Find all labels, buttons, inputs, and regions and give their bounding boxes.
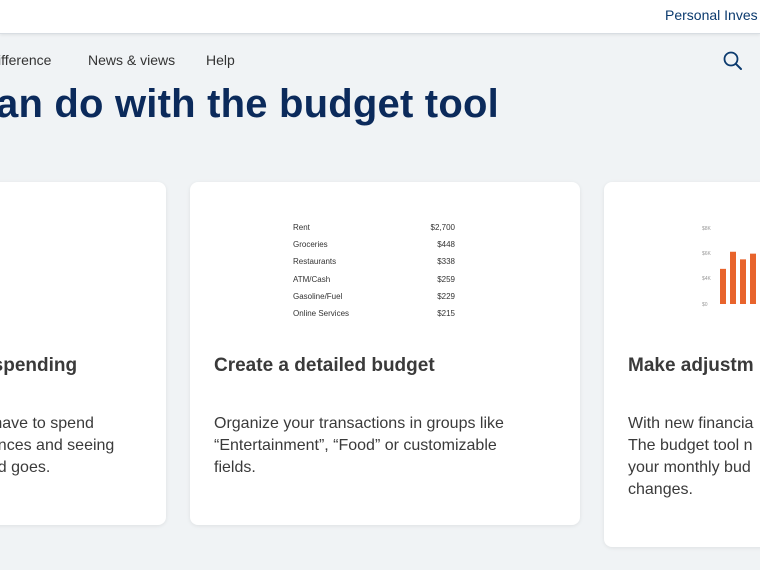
y-tick-label: $6K [702, 251, 712, 257]
search-icon[interactable] [722, 50, 744, 72]
card-title: Create a detailed budget [214, 355, 435, 376]
card-text-line: “Entertainment”, “Food” or customizable [214, 437, 497, 454]
budget-row: Online Services $215 [293, 309, 455, 326]
top-bar: Personal Inves [0, 0, 760, 34]
chart-bar [720, 268, 726, 304]
card-text-line: With new financia [628, 415, 754, 432]
chart-bar [740, 259, 746, 304]
nav-item-difference[interactable]: ifference [0, 52, 51, 68]
budget-amount: $2,700 [430, 223, 455, 232]
card-text-line: The budget tool n [628, 437, 753, 454]
budget-amount: $448 [437, 240, 455, 250]
card-text-line: and goes. [0, 459, 51, 476]
nav-item-help[interactable]: Help [206, 52, 235, 68]
personal-investing-link[interactable]: Personal Inves [665, 7, 758, 23]
budget-amount: $215 [437, 308, 455, 318]
budget-category: Restaurants [293, 257, 337, 267]
y-tick-label: $0 [702, 302, 708, 308]
card-text-line: your monthly bud [628, 459, 751, 476]
feature-card-spending: r spending u have to spend nances and se… [0, 182, 166, 525]
budget-category: Online Services [293, 308, 350, 318]
chart-bar [750, 253, 756, 304]
card-title: Make adjustm [628, 355, 754, 376]
budget-row: Restaurants $338 [293, 257, 455, 274]
budget-category: Gasoline/Fuel [293, 291, 343, 301]
card-title: r spending [0, 355, 78, 376]
budget-amount: $259 [437, 274, 455, 284]
budget-category: Groceries [293, 240, 328, 250]
budget-list-illustration: Rent $2,700 Groceries $448 Restaurants $338… [293, 223, 455, 326]
card-text-line: nances and seeing [0, 437, 115, 454]
card-text-line: changes. [628, 481, 693, 498]
budget-category: Rent [293, 223, 310, 232]
y-tick-label: $8K [702, 226, 712, 232]
nav-item-news-views[interactable]: News & views [88, 52, 175, 68]
monthly-spending-chart: $8K $6K $4K $0 F M [702, 226, 756, 308]
budget-row: ATM/Cash $259 [293, 275, 455, 292]
budget-row: Gasoline/Fuel $229 [293, 292, 455, 309]
chart-bar [730, 251, 736, 304]
card-text-line: Organize your transactions in groups lik… [214, 415, 504, 432]
bar-series [720, 251, 756, 304]
feature-card-adjustments: $8K $6K $4K $0 F M Make adjustm With new… [604, 182, 760, 547]
card-description: u have to spend nances and seeing and go… [0, 413, 114, 479]
card-text-line: fields. [214, 459, 256, 476]
budget-category: ATM/Cash [293, 274, 331, 284]
budget-amount: $229 [437, 291, 455, 301]
card-text-line: u have to spend [0, 415, 94, 432]
budget-row: Rent $2,700 [293, 223, 455, 240]
y-tick-label: $4K [702, 276, 712, 282]
card-description: With new financia The budget tool n your… [628, 413, 753, 501]
main-nav: ifference News & views Help [0, 50, 760, 72]
card-description: Organize your transactions in groups lik… [214, 413, 504, 479]
budget-row: Groceries $448 [293, 240, 455, 257]
feature-card-detailed-budget: Rent $2,700 Groceries $448 Restaurants $338… [190, 182, 580, 525]
page-headline: an do with the budget tool [0, 82, 499, 126]
budget-amount: $338 [437, 257, 455, 267]
